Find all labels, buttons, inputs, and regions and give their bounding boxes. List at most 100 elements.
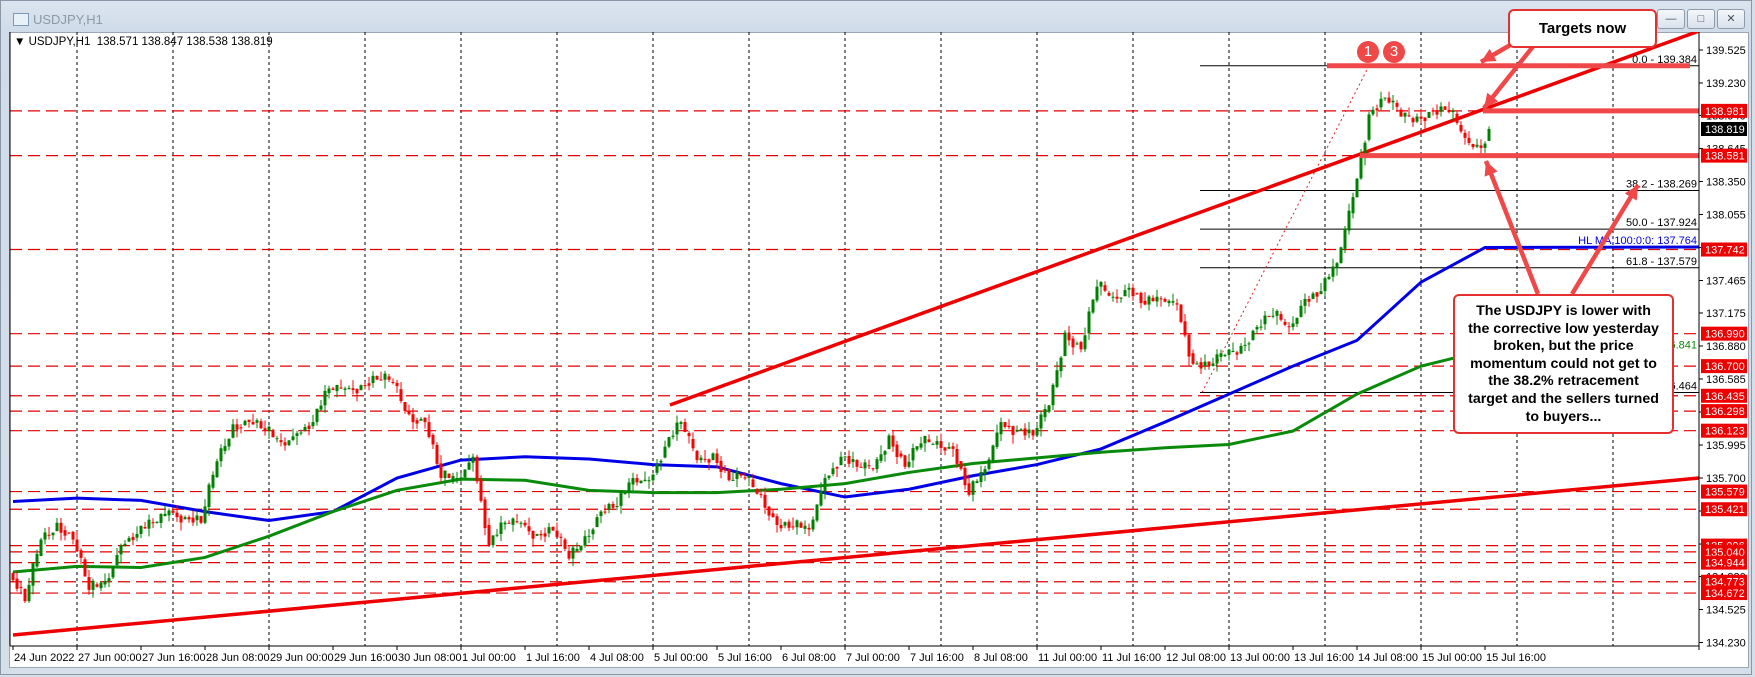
bear-candle [1007, 425, 1011, 428]
bear-candle [143, 527, 147, 529]
bull-candle [1091, 299, 1095, 313]
bull-candle [203, 506, 207, 523]
bull-candle [607, 503, 611, 510]
bull-candle [327, 388, 331, 394]
collapse-triangle-icon[interactable]: ▼ [14, 36, 29, 48]
level-price-label: 138.981 [1705, 106, 1745, 118]
bull-candle [1227, 349, 1231, 355]
bull-candle [115, 555, 119, 566]
level-price-label: 135.579 [1705, 487, 1745, 499]
legend-ohlc: 138.571 138.847 138.538 138.819 [96, 36, 273, 48]
bear-candle [1183, 321, 1187, 336]
bull-candle [887, 435, 891, 450]
bear-candle [559, 536, 563, 538]
bull-candle [347, 388, 351, 390]
bull-candle [1171, 301, 1175, 303]
bear-candle [199, 516, 203, 523]
bull-candle [811, 519, 815, 530]
bull-candle [983, 469, 987, 474]
bull-candle [119, 545, 123, 555]
bear-candle [551, 526, 555, 531]
bear-candle [235, 424, 239, 430]
bull-candle [443, 470, 447, 479]
bear-candle [1135, 293, 1139, 295]
bull-candle [511, 518, 515, 525]
bull-candle [1027, 429, 1031, 434]
bull-candle [783, 522, 787, 526]
bear-candle [283, 442, 287, 446]
bear-candle [903, 455, 907, 467]
bear-candle [1079, 342, 1083, 350]
bull-candle [795, 520, 799, 528]
bear-candle [1459, 124, 1463, 132]
bull-candle [195, 515, 199, 521]
bull-candle [55, 522, 59, 532]
bear-candle [899, 453, 903, 457]
bear-candle [75, 539, 79, 552]
bear-candle [1023, 428, 1027, 436]
bull-candle [575, 548, 579, 551]
time-tick-label: 4 Jul 08:00 [590, 652, 644, 664]
bull-candle [987, 459, 991, 470]
bear-candle [799, 522, 803, 528]
bull-candle [651, 474, 655, 481]
bull-candle [979, 472, 983, 482]
bear-candle [1159, 298, 1163, 300]
bull-candle [827, 475, 831, 479]
bull-candle [419, 419, 423, 421]
bear-candle [1399, 109, 1403, 117]
bull-candle [311, 422, 315, 427]
bull-candle [851, 459, 855, 463]
bull-candle [223, 446, 227, 451]
bull-candle [1247, 343, 1251, 345]
bear-candle [939, 441, 943, 448]
bull-candle [275, 438, 279, 440]
bear-candle [1207, 361, 1211, 367]
bull-candle [615, 505, 619, 507]
bear-candle [1151, 297, 1155, 302]
price-tick-label: 138.350 [1706, 176, 1746, 188]
bull-candle [1415, 116, 1419, 122]
bear-candle [523, 522, 527, 526]
bear-candle [19, 586, 23, 588]
bull-candle [875, 459, 879, 470]
bull-candle [547, 527, 551, 534]
price-tick-label: 136.880 [1706, 341, 1746, 353]
bear-candle [1375, 108, 1379, 111]
time-tick-label: 13 Jul 00:00 [1230, 652, 1290, 664]
bear-candle [715, 453, 719, 463]
bear-candle [239, 427, 243, 429]
bear-candle [687, 433, 691, 437]
bull-candle [359, 385, 363, 391]
bear-candle [1395, 102, 1399, 107]
bull-candle [231, 424, 235, 438]
bull-candle [99, 582, 103, 589]
bear-candle [531, 530, 535, 539]
bear-candle [807, 527, 811, 530]
bear-candle [191, 517, 195, 523]
bear-candle [567, 550, 571, 559]
bear-candle [475, 456, 479, 482]
bull-candle [323, 390, 327, 406]
bear-candle [951, 446, 955, 449]
bull-candle [1379, 98, 1383, 108]
bull-candle [1427, 112, 1431, 118]
bear-candle [187, 517, 191, 520]
bear-candle [695, 450, 699, 461]
bull-candle [1119, 297, 1123, 299]
bull-candle [371, 375, 375, 383]
bull-candle [103, 580, 107, 585]
chart-legend: ▼ USDJPY,H1 138.571 138.847 138.538 138.… [14, 36, 273, 48]
bull-candle [1303, 298, 1307, 306]
bull-candle [1263, 315, 1267, 325]
time-tick-label: 6 Jul 08:00 [782, 652, 836, 664]
bull-candle [1095, 286, 1099, 301]
time-tick-label: 15 Jul 00:00 [1422, 652, 1482, 664]
bull-candle [1203, 361, 1207, 366]
ma100-label: HL MA:100:0:0: 137.764 [1578, 235, 1697, 247]
bull-candle [659, 460, 663, 463]
bull-candle [803, 525, 807, 529]
time-tick-label: 30 Jun 08:00 [398, 652, 462, 664]
bull-candle [647, 480, 651, 482]
bear-candle [943, 447, 947, 451]
